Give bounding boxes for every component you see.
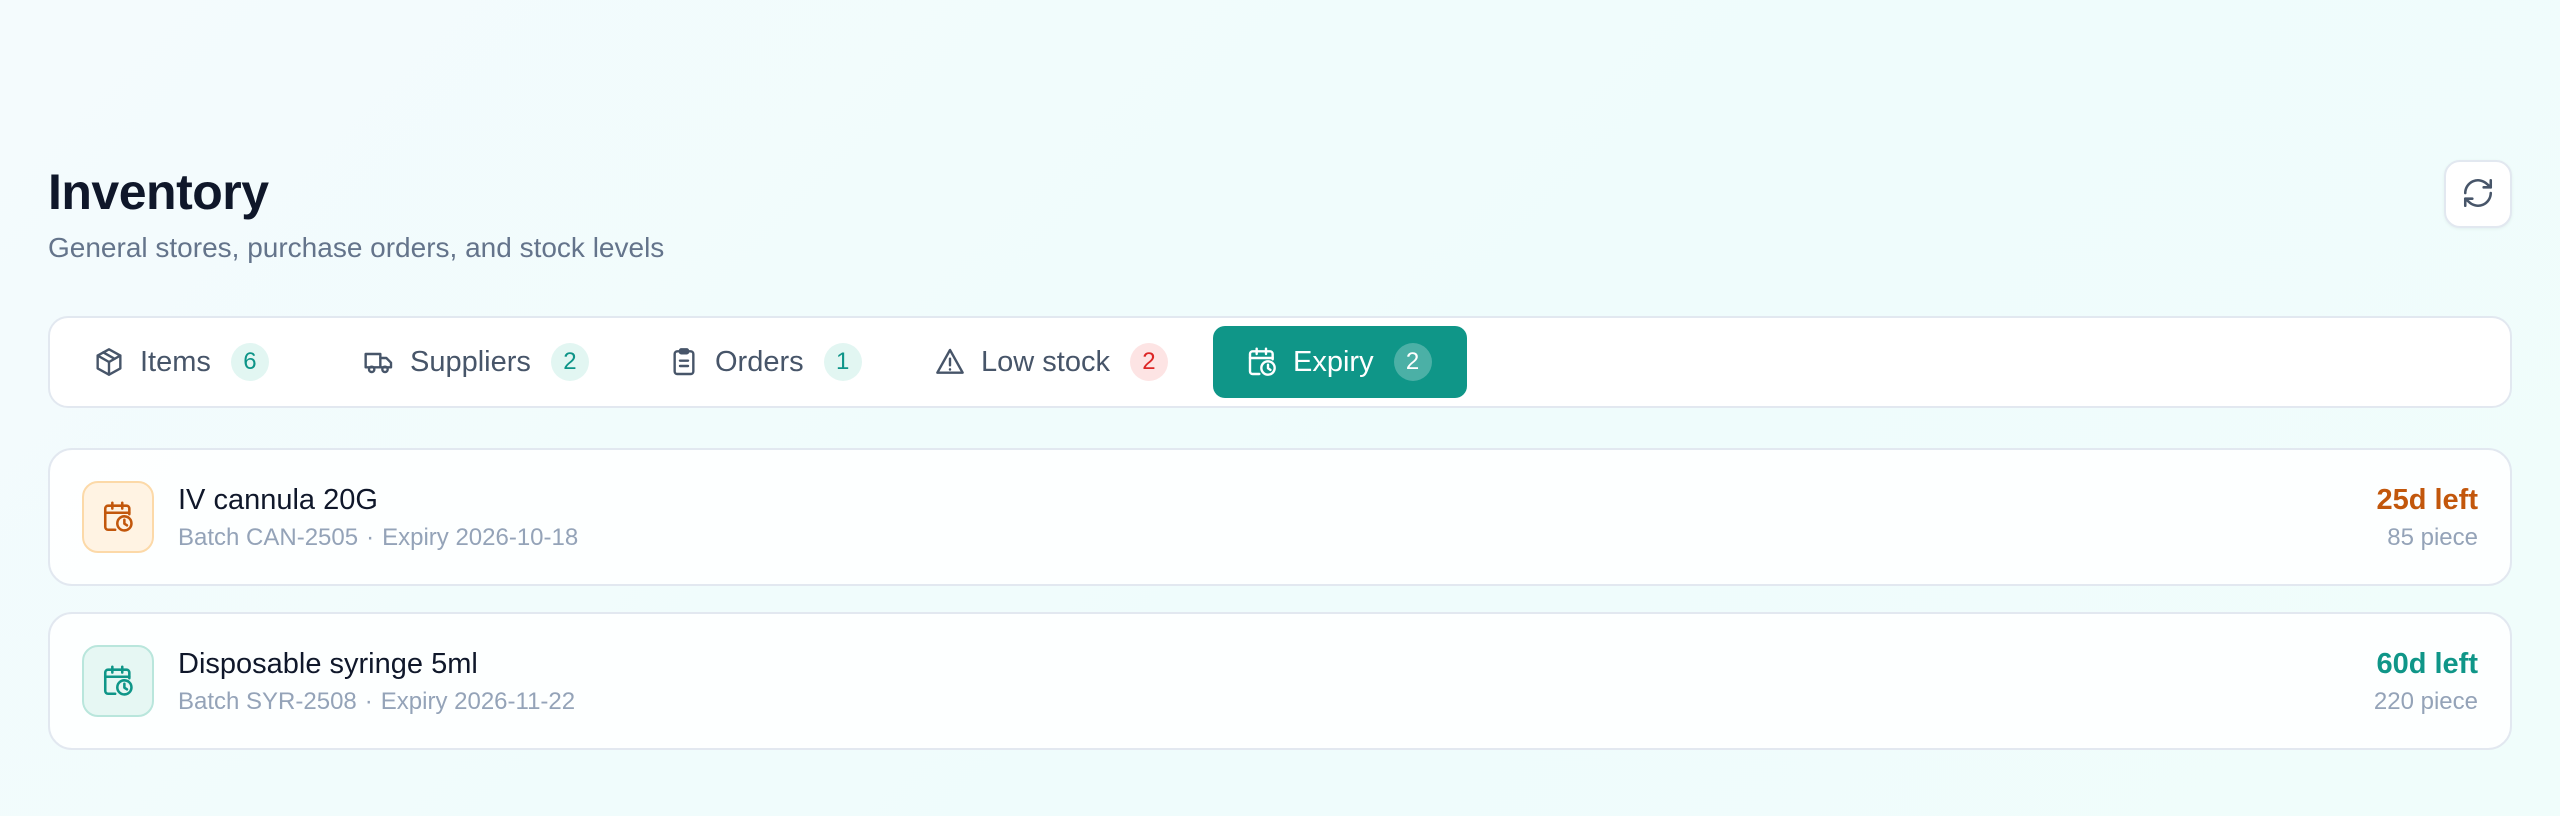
item-details: Disposable syringe 5ml Batch SYR-2508 · Ex…: [178, 645, 2374, 717]
item-status: 25d left 85 piece: [2376, 481, 2478, 553]
batch-number: Batch SYR-2508: [178, 688, 357, 715]
expiry-date: Expiry 2026-10-18: [382, 524, 579, 551]
tab-suppliers[interactable]: Suppliers 2: [362, 326, 667, 398]
tab-orders[interactable]: Orders 1: [667, 326, 933, 398]
days-left: 60d left: [2376, 648, 2478, 680]
warning-icon: [933, 345, 967, 379]
calendar-clock-icon: [82, 645, 154, 717]
expiry-list: IV cannula 20G Batch CAN-2505 · Expiry 202…: [48, 448, 2512, 776]
tab-count-badge: 2: [1393, 343, 1432, 381]
meta-separator: ·: [366, 524, 375, 551]
list-item[interactable]: IV cannula 20G Batch CAN-2505 · Expiry 202…: [48, 448, 2512, 586]
clipboard-icon: [667, 345, 701, 379]
item-name: IV cannula 20G: [178, 484, 378, 516]
page-header: Inventory General stores, purchase order…: [48, 160, 664, 266]
inventory-page: Inventory General stores, purchase order…: [0, 0, 2560, 816]
calendar-clock-icon: [1245, 345, 1279, 379]
tab-label: Low stock: [981, 345, 1110, 378]
item-quantity: 85 piece: [2387, 524, 2478, 551]
item-quantity: 220 piece: [2373, 688, 2478, 715]
item-meta: Batch CAN-2505 · Expiry 2026-10-18: [178, 523, 2376, 553]
page-subtitle: General stores, purchase orders, and sto…: [48, 232, 665, 263]
calendar-clock-icon: [82, 481, 154, 553]
tab-label: Orders: [715, 345, 804, 378]
item-name: Disposable syringe 5ml: [178, 648, 478, 680]
tab-items[interactable]: Items 6: [92, 326, 362, 398]
tab-low-stock[interactable]: Low stock 2: [933, 326, 1213, 398]
inventory-tabs: Items 6 Suppliers 2 Orders 1 Low stock 2…: [48, 316, 2512, 408]
item-status: 60d left 220 piece: [2374, 645, 2478, 717]
refresh-button[interactable]: [2444, 160, 2512, 228]
expiry-date: Expiry 2026-11-22: [380, 688, 576, 715]
item-meta: Batch SYR-2508 · Expiry 2026-11-22: [178, 687, 2374, 717]
meta-separator: ·: [364, 688, 373, 715]
tab-expiry[interactable]: Expiry 2: [1213, 326, 1467, 398]
days-left: 25d left: [2376, 484, 2478, 516]
tab-label: Expiry: [1293, 345, 1374, 378]
refresh-icon: [2461, 176, 2495, 213]
page-title: Inventory: [48, 164, 269, 220]
item-details: IV cannula 20G Batch CAN-2505 · Expiry 202…: [178, 481, 2376, 553]
tab-label: Items: [140, 345, 211, 378]
tab-count-badge: 2: [1129, 343, 1168, 381]
batch-number: Batch CAN-2505: [178, 524, 359, 551]
package-icon: [92, 345, 126, 379]
tab-count-badge: 6: [230, 343, 269, 381]
truck-icon: [362, 345, 396, 379]
tab-label: Suppliers: [410, 345, 531, 378]
list-item[interactable]: Disposable syringe 5ml Batch SYR-2508 · Ex…: [48, 612, 2512, 750]
tab-count-badge: 1: [823, 343, 862, 381]
tab-count-badge: 2: [550, 343, 589, 381]
